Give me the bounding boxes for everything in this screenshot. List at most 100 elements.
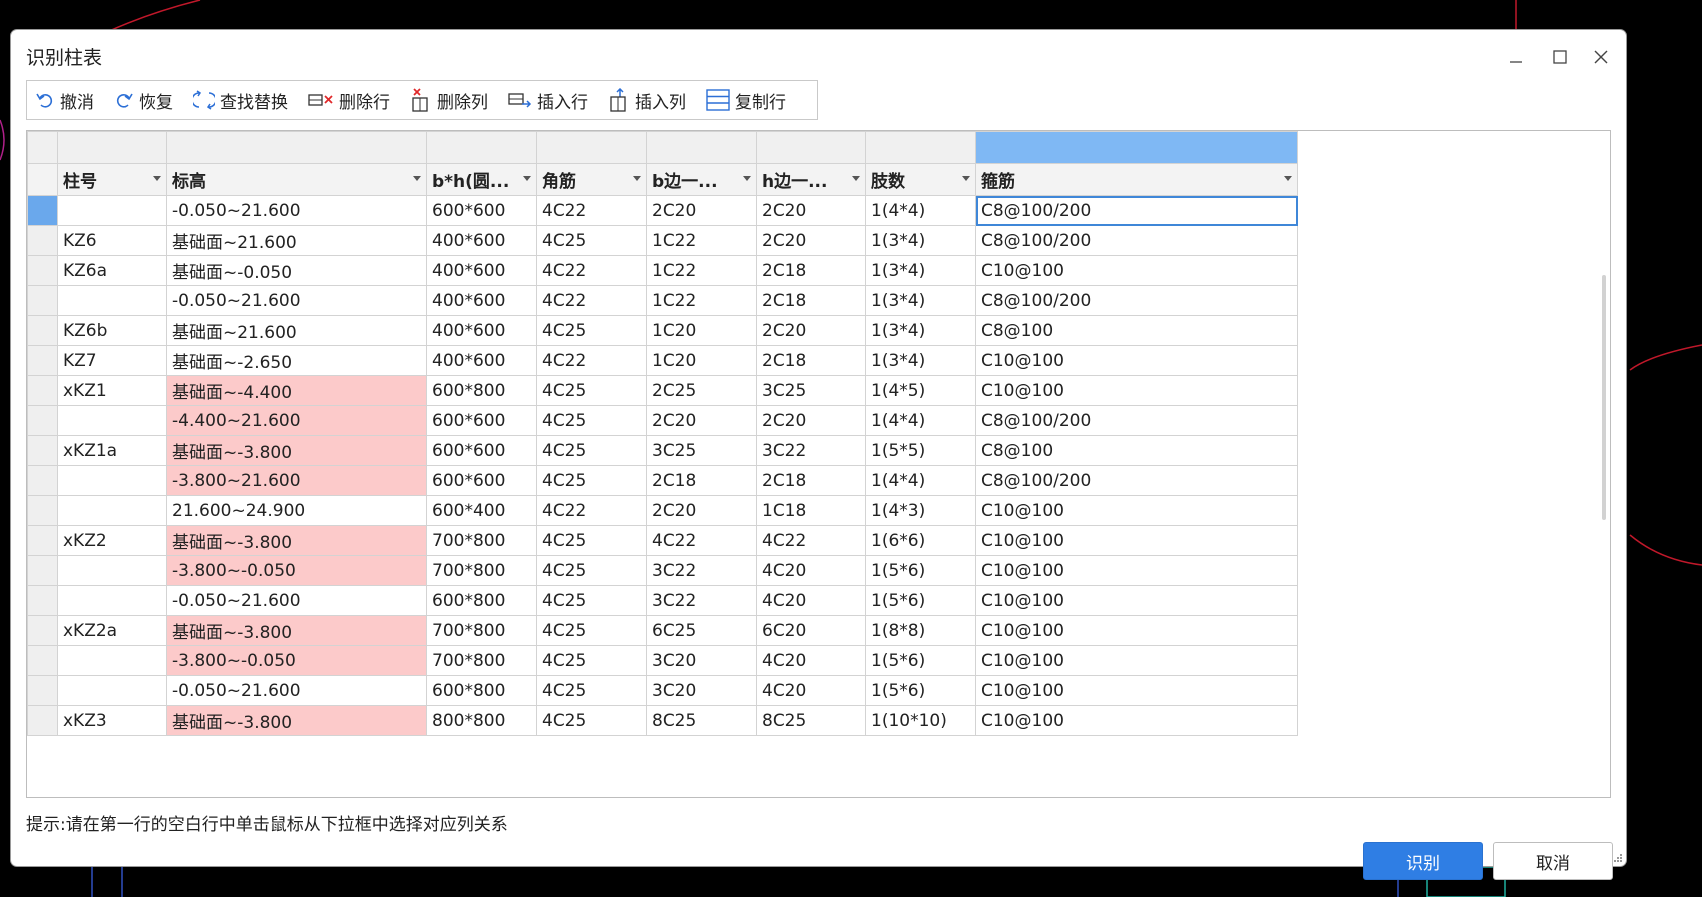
table-cell[interactable]: -0.050~21.600 bbox=[166, 585, 427, 616]
row-header[interactable] bbox=[27, 705, 58, 736]
dropdown-arrow-icon[interactable] bbox=[852, 176, 860, 181]
table-cell[interactable]: xKZ1 bbox=[57, 375, 167, 406]
row-header[interactable] bbox=[27, 585, 58, 616]
table-cell[interactable]: 1(10*10) bbox=[865, 705, 976, 736]
table-cell[interactable]: KZ6a bbox=[57, 255, 167, 286]
table-cell[interactable]: 600*600 bbox=[426, 465, 537, 496]
row-header[interactable] bbox=[27, 225, 58, 256]
table-cell[interactable]: C10@100 bbox=[975, 375, 1298, 406]
table-row[interactable]: KZ6a 基础面~-0.050 400*600 4C22 1C22 2C18 1(3*4) C… bbox=[27, 255, 1298, 286]
table-row[interactable]: 21.600~24.900 600*400 4C22 2C20 1C18 1(4*3) C1… bbox=[27, 495, 1298, 526]
table-cell[interactable]: 3C20 bbox=[646, 675, 757, 706]
mapping-cell[interactable] bbox=[865, 131, 976, 164]
table-cell[interactable]: 2C18 bbox=[646, 465, 757, 496]
table-cell[interactable]: xKZ2 bbox=[57, 525, 167, 556]
table-cell[interactable]: 600*800 bbox=[426, 675, 537, 706]
table-cell[interactable] bbox=[57, 195, 167, 226]
table-cell[interactable]: 4C20 bbox=[756, 675, 866, 706]
table-cell[interactable]: 4C22 bbox=[646, 525, 757, 556]
table-cell[interactable]: 4C25 bbox=[536, 405, 647, 436]
dropdown-arrow-icon[interactable] bbox=[413, 176, 421, 181]
dropdown-arrow-icon[interactable] bbox=[153, 176, 161, 181]
table-cell[interactable]: 1C20 bbox=[646, 345, 757, 376]
table-cell[interactable]: C8@100 bbox=[975, 315, 1298, 346]
table-cell[interactable]: C10@100 bbox=[975, 675, 1298, 706]
table-cell[interactable]: 1(5*6) bbox=[865, 675, 976, 706]
table-cell[interactable]: 4C20 bbox=[756, 555, 866, 586]
table-cell[interactable]: C10@100 bbox=[975, 615, 1298, 646]
table-cell[interactable]: C10@100 bbox=[975, 705, 1298, 736]
table-cell[interactable]: 600*400 bbox=[426, 495, 537, 526]
find-replace-button[interactable]: 查找替换 bbox=[193, 88, 288, 113]
table-cell[interactable] bbox=[57, 405, 167, 436]
table-cell[interactable]: 2C18 bbox=[756, 465, 866, 496]
insert-column-button[interactable]: 插入列 bbox=[608, 88, 686, 113]
maximize-button[interactable] bbox=[1545, 42, 1575, 72]
table-cell[interactable]: 1(3*4) bbox=[865, 345, 976, 376]
table-cell[interactable]: 1(8*8) bbox=[865, 615, 976, 646]
column-header[interactable]: b边一... bbox=[646, 163, 757, 196]
table-cell[interactable]: 4C25 bbox=[536, 525, 647, 556]
table-cell[interactable]: 基础面~-3.800 bbox=[166, 525, 427, 556]
table-row[interactable]: xKZ1 基础面~-4.400 600*800 4C25 2C25 3C25 1(4*5) C… bbox=[27, 375, 1298, 406]
table-row[interactable]: xKZ3 基础面~-3.800 800*800 4C25 8C25 8C25 1(10*10… bbox=[27, 705, 1298, 736]
mapping-cell[interactable] bbox=[646, 131, 757, 164]
table-cell[interactable]: 2C20 bbox=[646, 405, 757, 436]
table-cell[interactable]: C10@100 bbox=[975, 585, 1298, 616]
table-cell[interactable]: 8C25 bbox=[756, 705, 866, 736]
table-row[interactable]: KZ6 基础面~21.600 400*600 4C25 1C22 2C20 1(3*4) C8… bbox=[27, 225, 1298, 256]
table-row[interactable]: -0.050~21.600 600*800 4C25 3C20 4C20 1(5*6) C1… bbox=[27, 675, 1298, 706]
table-cell[interactable]: 1(3*4) bbox=[865, 255, 976, 286]
table-cell[interactable]: C8@100/200 bbox=[975, 225, 1298, 256]
table-cell[interactable]: 4C25 bbox=[536, 555, 647, 586]
table-cell[interactable]: 2C18 bbox=[756, 345, 866, 376]
table-cell[interactable]: 600*600 bbox=[426, 195, 537, 226]
table-cell[interactable]: C10@100 bbox=[975, 495, 1298, 526]
table-cell[interactable]: 21.600~24.900 bbox=[166, 495, 427, 526]
table-cell[interactable]: xKZ1a bbox=[57, 435, 167, 466]
table-cell[interactable] bbox=[57, 645, 167, 676]
table-cell[interactable]: 2C20 bbox=[756, 195, 866, 226]
table-row[interactable]: -3.800~-0.050 700*800 4C25 3C22 4C20 1(5*6) C1… bbox=[27, 555, 1298, 586]
table-cell[interactable]: 1C18 bbox=[756, 495, 866, 526]
column-header[interactable]: 箍筋 bbox=[975, 163, 1298, 196]
table-cell[interactable]: 700*800 bbox=[426, 555, 537, 586]
table-cell[interactable]: 4C20 bbox=[756, 585, 866, 616]
table-cell[interactable]: 600*600 bbox=[426, 405, 537, 436]
row-header[interactable] bbox=[27, 525, 58, 556]
table-cell[interactable]: 3C22 bbox=[756, 435, 866, 466]
table-cell[interactable]: 4C25 bbox=[536, 675, 647, 706]
table-cell[interactable]: 3C22 bbox=[646, 555, 757, 586]
table-cell[interactable]: KZ6b bbox=[57, 315, 167, 346]
table-cell[interactable]: C8@100/200 bbox=[975, 285, 1298, 316]
column-header[interactable]: 柱号 bbox=[57, 163, 167, 196]
table-row[interactable]: -4.400~21.600 600*600 4C25 2C20 2C20 1(4*4) C8… bbox=[27, 405, 1298, 436]
table-cell[interactable]: 4C25 bbox=[536, 375, 647, 406]
table-cell[interactable]: 4C25 bbox=[536, 225, 647, 256]
mapping-cell[interactable] bbox=[756, 131, 866, 164]
table-cell[interactable]: 700*800 bbox=[426, 645, 537, 676]
table-cell[interactable]: C8@100 bbox=[975, 435, 1298, 466]
table-cell[interactable]: C8@100/200 bbox=[975, 405, 1298, 436]
table-row[interactable]: -0.050~21.600 600*800 4C25 3C22 4C20 1(5*6) C1… bbox=[27, 585, 1298, 616]
minimize-button[interactable] bbox=[1501, 42, 1531, 72]
table-cell[interactable]: 1(3*4) bbox=[865, 315, 976, 346]
mapping-cell[interactable] bbox=[536, 131, 647, 164]
table-cell[interactable]: C10@100 bbox=[975, 645, 1298, 676]
table-cell[interactable]: 基础面~-3.800 bbox=[166, 705, 427, 736]
table-cell[interactable]: -3.800~-0.050 bbox=[166, 555, 427, 586]
table-cell[interactable]: 4C25 bbox=[536, 615, 647, 646]
table-cell[interactable]: 1(4*5) bbox=[865, 375, 976, 406]
table-cell[interactable]: 2C20 bbox=[756, 315, 866, 346]
table-cell[interactable]: 4C25 bbox=[536, 465, 647, 496]
table-row[interactable]: xKZ2 基础面~-3.800 700*800 4C25 4C22 4C22 1(6*6) C… bbox=[27, 525, 1298, 556]
table-cell[interactable]: 4C25 bbox=[536, 705, 647, 736]
table-cell[interactable]: -3.800~-0.050 bbox=[166, 645, 427, 676]
row-header[interactable] bbox=[27, 285, 58, 316]
table-cell[interactable]: 600*800 bbox=[426, 375, 537, 406]
table-cell[interactable]: 4C25 bbox=[536, 645, 647, 676]
undo-button[interactable]: 撤消 bbox=[35, 88, 94, 113]
row-header[interactable] bbox=[27, 645, 58, 676]
table-row[interactable]: -0.050~21.600 600*600 4C22 2C20 2C20 1(4*4) C8… bbox=[27, 195, 1298, 226]
table-cell[interactable]: 4C22 bbox=[536, 255, 647, 286]
